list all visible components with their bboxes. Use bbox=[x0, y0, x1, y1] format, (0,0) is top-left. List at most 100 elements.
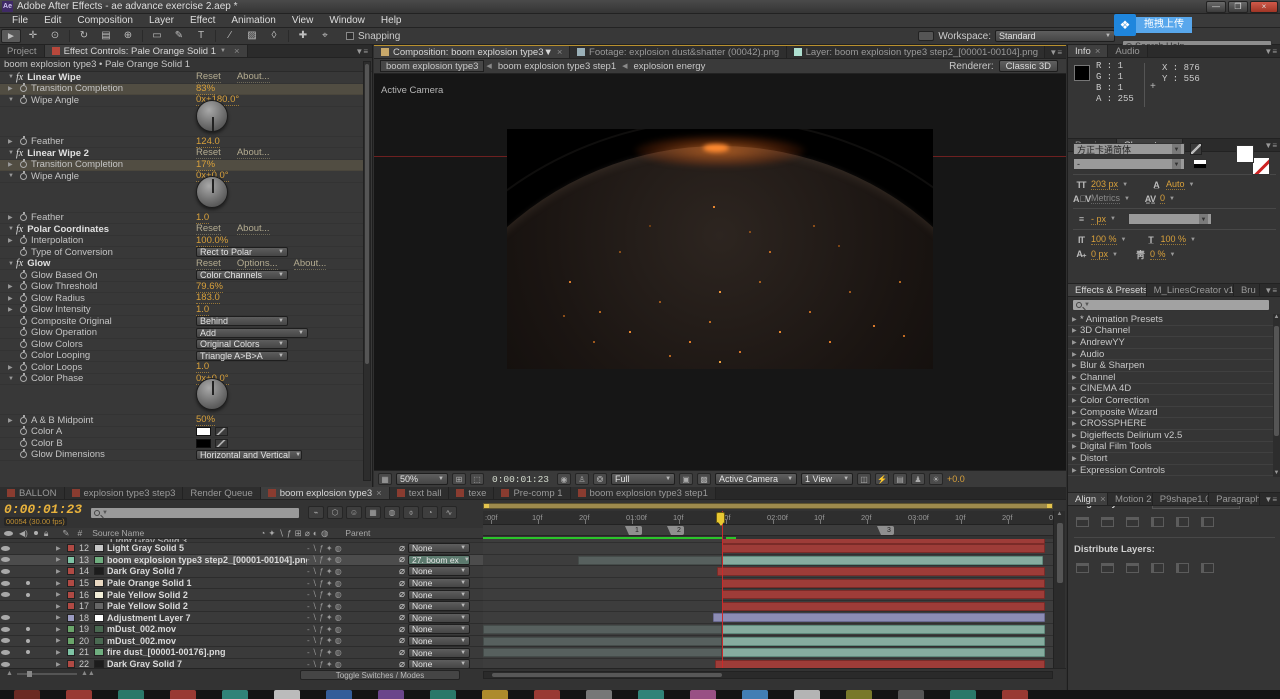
layer-row[interactable]: ▶18Adjustment Layer 7‑ ∖ ƒ ✦ ◍⌀None▼ bbox=[0, 612, 483, 624]
tab-comp-4[interactable]: text ball bbox=[390, 487, 450, 499]
tab-effects-presets-0[interactable]: Effects & Presets× bbox=[1068, 284, 1147, 296]
minimize-button[interactable]: — bbox=[1206, 1, 1226, 13]
timeline-tool-1-icon[interactable]: ⬡ bbox=[327, 506, 343, 519]
taskbar-app-icon-15[interactable] bbox=[794, 690, 820, 699]
track-row[interactable] bbox=[483, 659, 1053, 668]
taskbar-app-icon-6[interactable] bbox=[326, 690, 352, 699]
layer-row[interactable]: ▶15Pale Orange Solid 1‑ ∖ ƒ ✦ ◍⌀None▼ bbox=[0, 578, 483, 590]
timeline-horizontal-scrollbar[interactable] bbox=[483, 671, 1053, 679]
scroll-up-icon[interactable]: ▲ bbox=[1273, 314, 1280, 322]
stopwatch-icon[interactable] bbox=[20, 272, 27, 279]
playhead-handle[interactable] bbox=[716, 512, 725, 523]
eyedropper-icon[interactable] bbox=[215, 439, 228, 448]
expand-arrow-icon[interactable]: ▶ bbox=[8, 364, 16, 371]
layer-row[interactable]: ▶20mDust_002.mov‑ ∖ ƒ ✦ ◍⌀None▼ bbox=[0, 636, 483, 648]
timeline-button-icon[interactable]: ▤ bbox=[893, 473, 907, 485]
solo-toggle[interactable] bbox=[22, 593, 33, 597]
expand-arrow-icon[interactable]: ▼ bbox=[8, 261, 16, 267]
taskbar-app-icon-1[interactable] bbox=[66, 690, 92, 699]
layer-switches[interactable]: ‑ ∖ ƒ ✦ ◍ bbox=[307, 590, 399, 599]
font-style-select[interactable]: -▼ bbox=[1073, 158, 1185, 170]
video-toggle[interactable] bbox=[0, 638, 11, 643]
timeline-tool-0-icon[interactable]: ⌁ bbox=[308, 506, 324, 519]
track-row[interactable] bbox=[483, 543, 1053, 555]
layer-switches[interactable]: ‑ ∖ ƒ ✦ ◍ bbox=[307, 613, 399, 622]
distribute-icon-0[interactable] bbox=[1076, 563, 1089, 573]
tool-9-icon[interactable]: ∕ bbox=[220, 29, 240, 43]
breadcrumb-item-2[interactable]: explosion energy bbox=[630, 61, 710, 72]
tool-0-icon[interactable]: ► bbox=[1, 29, 21, 43]
stopwatch-icon[interactable] bbox=[20, 451, 27, 458]
layer-duration-bar[interactable] bbox=[717, 567, 1045, 576]
video-toggle[interactable] bbox=[0, 662, 11, 667]
close-tab-icon[interactable]: × bbox=[1100, 494, 1106, 505]
flowchart-icon[interactable]: ♟ bbox=[911, 473, 925, 485]
effect-property-row[interactable]: ▶Feather1.0 bbox=[0, 213, 364, 225]
vertical-scale-value[interactable]: 100 % bbox=[1091, 234, 1117, 245]
effect-property-row[interactable]: ▶Glow Radius183.0 bbox=[0, 293, 364, 305]
video-toggle[interactable] bbox=[0, 615, 11, 620]
layer-switches[interactable]: ‑ ∖ ƒ ✦ ◍ bbox=[307, 660, 399, 668]
layer-duration-bar[interactable] bbox=[722, 648, 1045, 657]
tab-comp-6[interactable]: Pre-comp 1 bbox=[494, 487, 570, 499]
tab-viewer-1[interactable]: Footage: explosion dust&shatter (00042).… bbox=[570, 46, 787, 58]
tool-1-icon[interactable]: ✛ bbox=[23, 29, 43, 43]
expand-arrow-icon[interactable]: ▶ bbox=[1072, 374, 1080, 381]
parent-select[interactable]: None▼ bbox=[408, 578, 470, 588]
stopwatch-icon[interactable] bbox=[20, 214, 27, 221]
panel-menu-icon[interactable]: ▼≡ bbox=[1260, 493, 1280, 505]
effect-property-row[interactable]: Composite OriginalBehind▼ bbox=[0, 316, 364, 328]
menu-help[interactable]: Help bbox=[373, 15, 410, 26]
expand-arrow-icon[interactable]: ▶ bbox=[8, 138, 16, 145]
effect-property-row[interactable]: ▶Feather124.0 bbox=[0, 137, 364, 149]
preset-category[interactable]: ▶Composite Wizard bbox=[1068, 407, 1274, 419]
scrollbar[interactable] bbox=[1273, 314, 1280, 477]
show-snapshot-icon[interactable]: ♙ bbox=[575, 473, 589, 485]
stroke-style-select[interactable]: ▼ bbox=[1128, 213, 1212, 225]
effect-header-row[interactable]: ▼fxLinear Wipe 2ResetAbout... bbox=[0, 148, 364, 160]
tool-4-icon[interactable]: ▤ bbox=[96, 29, 116, 43]
property-dropdown[interactable]: Rect to Polar▼ bbox=[196, 247, 288, 257]
expand-arrow-icon[interactable]: ▶ bbox=[1072, 432, 1080, 439]
reset-link[interactable]: Reset bbox=[196, 258, 221, 270]
label-color-swatch[interactable] bbox=[67, 556, 75, 564]
exposure-value[interactable]: +0.0 bbox=[947, 474, 965, 484]
font-size-value[interactable]: 203 px bbox=[1091, 179, 1118, 190]
property-value[interactable]: 17% bbox=[196, 159, 215, 171]
tool-7-icon[interactable]: ✎ bbox=[169, 29, 189, 43]
track-row[interactable] bbox=[483, 566, 1053, 578]
tab-align-3[interactable]: Paragraph bbox=[1209, 493, 1260, 505]
label-color-swatch[interactable] bbox=[67, 660, 75, 668]
about-link[interactable]: About... bbox=[237, 71, 270, 83]
label-color-swatch[interactable] bbox=[67, 591, 75, 599]
renderer-button[interactable]: Classic 3D bbox=[999, 60, 1058, 72]
preset-category[interactable]: ▶CROSSPHERE bbox=[1068, 418, 1274, 430]
layer-row[interactable]: ▶14Dark Gray Solid 7‑ ∖ ƒ ✦ ◍⌀None▼ bbox=[0, 566, 483, 578]
align-icon-2[interactable] bbox=[1126, 517, 1139, 527]
timeline-tool-3-icon[interactable]: ▦ bbox=[365, 506, 381, 519]
property-value[interactable]: 1.0 bbox=[196, 212, 209, 224]
scrollbar[interactable] bbox=[363, 61, 371, 481]
tool-6-icon[interactable]: ▭ bbox=[147, 29, 167, 43]
timeline-zoom-slider[interactable]: ▲▲▲ bbox=[6, 670, 95, 677]
effect-header-row[interactable]: ▼fxPolar CoordinatesResetAbout... bbox=[0, 224, 364, 236]
parent-select[interactable]: None▼ bbox=[408, 636, 470, 646]
expand-arrow-icon[interactable]: ▶ bbox=[8, 295, 16, 302]
layer-duration-bar[interactable] bbox=[722, 579, 1045, 588]
layer-duration-bar[interactable] bbox=[722, 625, 1045, 634]
expand-arrow-icon[interactable]: ▶ bbox=[8, 417, 16, 424]
distribute-icon-1[interactable] bbox=[1101, 563, 1114, 573]
layer-row[interactable]: ▶13boom explosion type3 step2_[00001-001… bbox=[0, 555, 483, 567]
about-link[interactable]: About... bbox=[237, 147, 270, 159]
preset-category[interactable]: ▶Distort bbox=[1068, 453, 1274, 465]
menu-composition[interactable]: Composition bbox=[69, 15, 141, 26]
track-row[interactable] bbox=[483, 624, 1053, 636]
angle-dial-knob[interactable] bbox=[196, 100, 228, 132]
default-fill-stroke-icon[interactable] bbox=[1193, 159, 1207, 169]
about-link[interactable]: About... bbox=[294, 258, 327, 270]
menu-layer[interactable]: Layer bbox=[141, 15, 182, 26]
fill-color-swatch[interactable] bbox=[1236, 145, 1254, 163]
property-dropdown[interactable]: Original Colors▼ bbox=[196, 339, 288, 349]
layer-switches[interactable]: ‑ ∖ ƒ ✦ ◍ bbox=[307, 567, 399, 576]
layer-row[interactable]: ▶16Pale Yellow Solid 2‑ ∖ ƒ ✦ ◍⌀None▼ bbox=[0, 589, 483, 601]
